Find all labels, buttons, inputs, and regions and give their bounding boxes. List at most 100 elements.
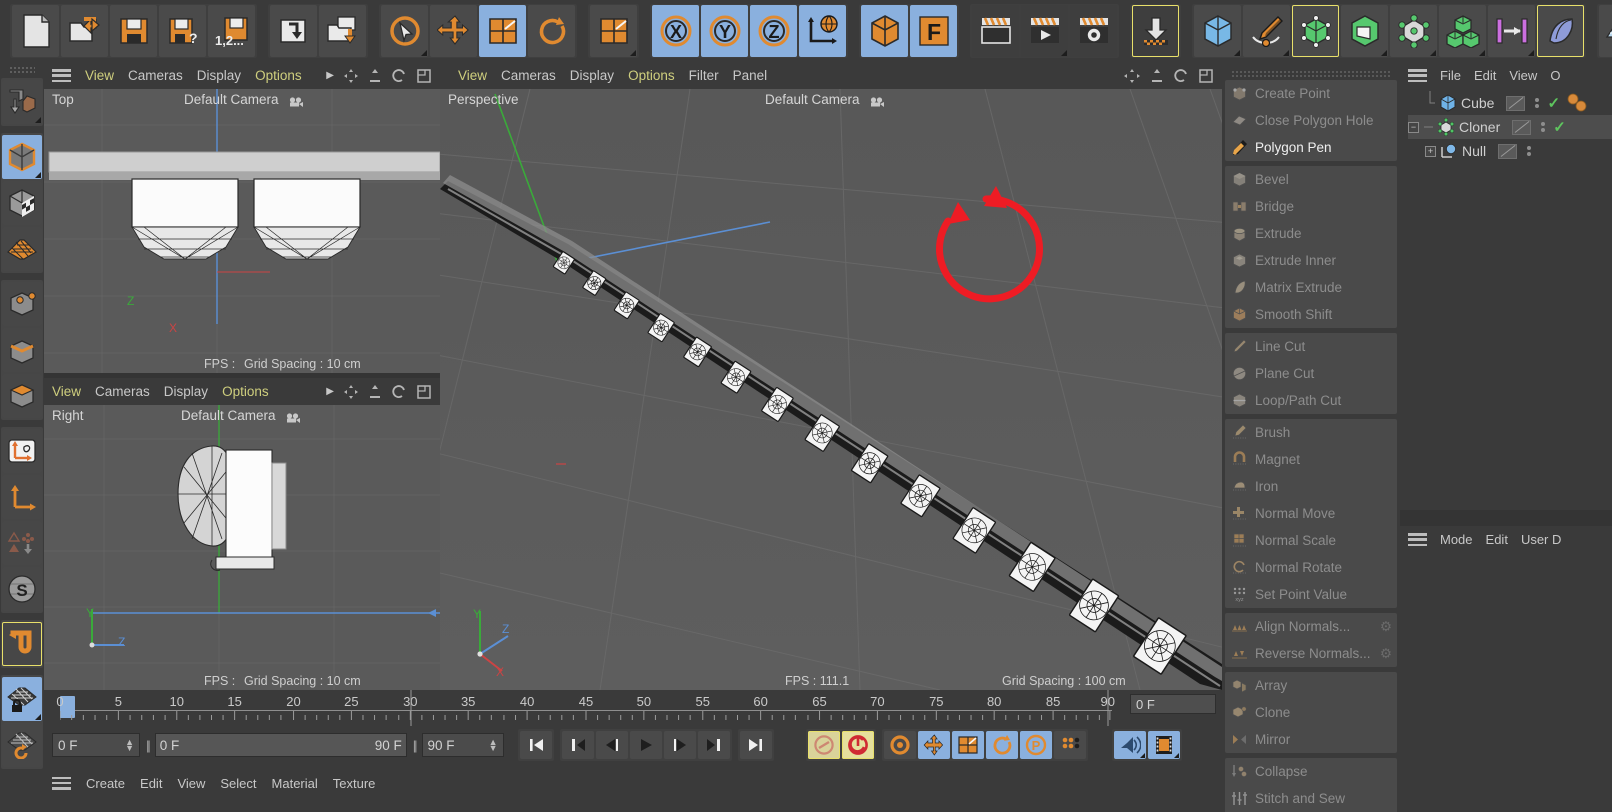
- open-file-button[interactable]: [61, 5, 108, 57]
- command-polygon-pen[interactable]: Polygon Pen: [1225, 134, 1397, 161]
- add-spline-pen-button[interactable]: [1243, 5, 1290, 57]
- right-viewport-menu-view[interactable]: View: [52, 384, 81, 399]
- object-row-null[interactable]: + Null: [1408, 139, 1612, 163]
- object-row-cloner[interactable]: − Cloner ✓: [1408, 115, 1612, 139]
- world-object-coordinates-button[interactable]: [799, 5, 846, 57]
- command-line-cut[interactable]: Line Cut: [1225, 333, 1397, 360]
- save-file-button[interactable]: [110, 5, 157, 57]
- keyframe-selection-button[interactable]: [883, 731, 916, 759]
- object-axis-mode-button[interactable]: [861, 5, 908, 57]
- command-create-point[interactable]: Create Point: [1225, 80, 1397, 107]
- command-normal-move[interactable]: Normal Move: [1225, 500, 1397, 527]
- command-extr ude-inner[interactable]: Extrude Inner: [1225, 247, 1397, 274]
- solo-off-button[interactable]: [2, 521, 42, 565]
- object-visibility-dots[interactable]: [1506, 95, 1526, 111]
- visibility-toggle-dots[interactable]: [1541, 122, 1546, 132]
- rotation-key-button[interactable]: [985, 731, 1018, 759]
- add-floor-environment-button[interactable]: [1599, 5, 1612, 57]
- points-mode-button[interactable]: [2, 282, 42, 326]
- make-editable-button[interactable]: [2, 80, 42, 124]
- command-extrude[interactable]: Extrude: [1225, 220, 1397, 247]
- timeline-ruler[interactable]: 0 5 10 15 20 25 30 35 40 45 50 55 60 65 …: [56, 690, 1115, 726]
- command-bevel[interactable]: Bevel: [1225, 166, 1397, 193]
- quantize-magnet-button[interactable]: [2, 622, 42, 666]
- command-normal-rotate[interactable]: Normal Rotate: [1225, 554, 1397, 581]
- add-deformer-button[interactable]: [1537, 5, 1584, 57]
- perspective-menu-display[interactable]: Display: [570, 68, 614, 83]
- expander-minus-icon[interactable]: −: [1408, 121, 1419, 133]
- material-manager-menu-icon[interactable]: [52, 776, 71, 790]
- preview-range-field[interactable]: 0 F 90 F: [154, 733, 407, 757]
- command-collapse[interactable]: Collapse: [1225, 758, 1397, 785]
- planar-workplane-button[interactable]: [2, 723, 42, 767]
- viewport-rotate-icon[interactable]: [1173, 68, 1189, 84]
- add-primitive-cube-button[interactable]: [1194, 5, 1241, 57]
- go-to-start-button[interactable]: [519, 731, 552, 759]
- viewport-arrow-icon[interactable]: ▶: [326, 70, 334, 81]
- top-viewport-menu-options[interactable]: Options: [255, 68, 302, 83]
- render-to-picture-viewer-button[interactable]: [1021, 5, 1068, 57]
- attribute-manager-menu-edit[interactable]: Edit: [1486, 532, 1508, 547]
- visibility-toggle-dots[interactable]: [1535, 98, 1540, 108]
- project-end-field[interactable]: 90 F ▲ ▼: [421, 733, 504, 757]
- point-level-animation-button[interactable]: [1053, 731, 1086, 759]
- command-magnet[interactable]: Magnet: [1225, 446, 1397, 473]
- top-viewport-menu-display[interactable]: Display: [197, 68, 241, 83]
- content-browser-button[interactable]: [1132, 5, 1179, 57]
- texture-mode-button[interactable]: [2, 181, 42, 225]
- material-menu-create[interactable]: Create: [86, 776, 125, 791]
- render-settings-button[interactable]: [1070, 5, 1117, 57]
- enable-snapping-button[interactable]: S: [2, 567, 42, 611]
- range-grip-right[interactable]: ||: [413, 738, 418, 753]
- material-menu-select[interactable]: Select: [220, 776, 256, 791]
- scale-key-button[interactable]: [951, 731, 984, 759]
- right-viewport-menu-options[interactable]: Options: [222, 384, 269, 399]
- command-plane-cut[interactable]: Plane Cut: [1225, 360, 1397, 387]
- command-close-polygon-hole[interactable]: Close Polygon Hole: [1225, 107, 1397, 134]
- play-button[interactable]: [629, 731, 662, 759]
- command-bridge[interactable]: Bridge: [1225, 193, 1397, 220]
- command-stitch-and-sew[interactable]: Stitch and Sew: [1225, 785, 1397, 812]
- viewport-zoom-icon[interactable]: [1150, 68, 1164, 84]
- enable-axis-modification-button[interactable]: [2, 429, 42, 473]
- merge-project-button[interactable]: [270, 5, 317, 57]
- step-back-button[interactable]: [595, 731, 628, 759]
- add-mograph-cloner-button[interactable]: [1439, 5, 1486, 57]
- command-reverse-normals[interactable]: Reverse Normals... ⚙: [1225, 640, 1397, 667]
- go-to-end-button[interactable]: [739, 731, 772, 759]
- right-viewport-menu-cameras[interactable]: Cameras: [95, 384, 150, 399]
- material-menu-edit[interactable]: Edit: [140, 776, 162, 791]
- add-generator-button[interactable]: [1292, 5, 1339, 57]
- object-axis-button[interactable]: [2, 475, 42, 519]
- perspective-menu-filter[interactable]: Filter: [689, 68, 719, 83]
- top-viewport-menu-icon[interactable]: [52, 69, 71, 82]
- material-menu-texture[interactable]: Texture: [333, 776, 376, 791]
- position-key-button[interactable]: [917, 731, 950, 759]
- right-viewport[interactable]: Right Default Camera Y Z FPS : Grid Spac…: [44, 405, 440, 690]
- material-menu-view[interactable]: View: [177, 776, 205, 791]
- current-frame-spinner[interactable]: ▲ ▼: [125, 738, 134, 753]
- object-enabled-check[interactable]: ✓: [1553, 118, 1566, 136]
- perspective-menu-panel[interactable]: Panel: [733, 68, 768, 83]
- attribute-manager-menu-mode[interactable]: Mode: [1440, 532, 1473, 547]
- object-manager-menu-edit[interactable]: Edit: [1474, 68, 1496, 83]
- command-array[interactable]: Array: [1225, 672, 1397, 699]
- viewport-maximize-icon[interactable]: [416, 384, 432, 400]
- object-visibility-dots[interactable]: [1498, 143, 1518, 159]
- step-forward-button[interactable]: [663, 731, 696, 759]
- top-viewport-menu-view[interactable]: View: [85, 68, 114, 83]
- command-clone[interactable]: Clone: [1225, 699, 1397, 726]
- lock-workplane-button[interactable]: [2, 677, 42, 721]
- lock-x-axis-button[interactable]: X: [652, 5, 699, 57]
- viewport-pan-icon[interactable]: [343, 68, 359, 84]
- perspective-viewport[interactable]: Perspective Default Camera Y Z X FPS : 1…: [440, 89, 1222, 690]
- rotate-tool-button[interactable]: [528, 5, 575, 57]
- add-bevel-generator-button[interactable]: [1341, 5, 1388, 57]
- viewport-rotate-icon[interactable]: [391, 384, 407, 400]
- timeline[interactable]: 0 5 10 15 20 25 30 35 40 45 50 55 60 65 …: [44, 690, 1222, 726]
- autokeying-button[interactable]: [841, 731, 874, 759]
- top-viewport[interactable]: Top Default Camera Z X FPS : Grid Spacin…: [44, 89, 440, 373]
- viewport-zoom-icon[interactable]: [368, 384, 382, 400]
- sound-playback-button[interactable]: [1113, 731, 1146, 759]
- object-manager-menu-file[interactable]: File: [1440, 68, 1461, 83]
